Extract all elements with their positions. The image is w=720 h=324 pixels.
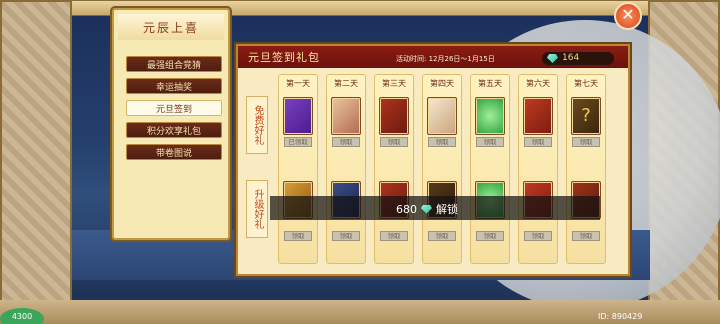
day-label: 第四天 [430,79,454,88]
gem-icon [421,204,432,214]
reward-item-free[interactable] [379,97,409,135]
day-label: 第一天 [286,79,310,88]
claim-button[interactable]: 领取 [380,231,408,241]
day-label: 第三天 [382,79,406,88]
green-bubble[interactable]: 4300 [0,308,44,324]
unlock-button[interactable]: 680 解锁 [396,201,458,217]
claim-button[interactable]: 领取 [428,231,456,241]
day-column: 第五天 领取 领取 [470,74,510,264]
signin-panel: 元旦签到礼包 活动时间: 12月26日～1月15日 164 免费好礼 升级好礼 … [236,44,630,276]
claim-button[interactable]: 领取 [524,231,552,241]
event-menu: 元辰上喜 最强组合竞猜 幸运抽奖 元旦签到 积分欢享礼包 带卷图说 [112,8,230,240]
free-row-label: 免费好礼 [246,96,268,154]
claim-button[interactable]: 领取 [380,137,408,147]
menu-item-guess[interactable]: 最强组合竞猜 [126,56,222,72]
claim-button[interactable]: 领取 [332,137,360,147]
top-frame [0,0,720,16]
claim-button[interactable]: 领取 [476,231,504,241]
reward-item-free[interactable] [331,97,361,135]
day-label: 第五天 [478,79,502,88]
claim-button[interactable]: 领取 [476,137,504,147]
claim-button[interactable]: 领取 [524,137,552,147]
left-pillar [0,0,72,324]
menu-item-illustration[interactable]: 带卷图说 [126,144,222,160]
day-column: 第六天 领取 领取 [518,74,558,264]
player-id: ID: 890429 [598,312,643,321]
reward-item-free[interactable] [523,97,553,135]
day-label: 第二天 [334,79,358,88]
gem-counter: 164 [542,52,614,65]
gem-icon [547,54,558,63]
day-label: 第六天 [526,79,550,88]
close-icon[interactable]: ✕ [614,2,642,30]
panel-title: 元旦签到礼包 [248,51,320,64]
day-column: 第二天 领取 领取 [326,74,366,264]
claim-button[interactable]: 领取 [572,137,600,147]
reward-item-free[interactable] [475,97,505,135]
day-column: 第一天 已领取 领取 [278,74,318,264]
reward-item-free[interactable] [427,97,457,135]
day-column: 第七天 ? 领取 领取 [566,74,606,264]
menu-item-points-pack[interactable]: 积分欢享礼包 [126,122,222,138]
claim-button[interactable]: 领取 [332,231,360,241]
menu-item-lottery[interactable]: 幸运抽奖 [126,78,222,94]
panel-header: 元旦签到礼包 活动时间: 12月26日～1月15日 164 [238,46,628,68]
reward-item-free[interactable] [283,97,313,135]
claim-button[interactable]: 领取 [284,231,312,241]
upgrade-row-label: 升级好礼 [246,180,268,238]
day-label: 第七天 [574,79,598,88]
day-column: 第四天 领取 领取 [422,74,462,264]
event-time: 活动时间: 12月26日～1月15日 [396,55,495,63]
menu-item-signin[interactable]: 元旦签到 [126,100,222,116]
day-column: 第三天 领取 领取 [374,74,414,264]
claim-button[interactable]: 领取 [428,137,456,147]
mystery-item-icon[interactable]: ? [571,97,601,135]
gem-count: 164 [562,53,580,63]
claimed-label: 已领取 [284,137,312,147]
unlock-cost: 680 [396,202,417,216]
unlock-label: 解锁 [436,203,458,216]
claim-button[interactable]: 领取 [572,231,600,241]
menu-title: 元辰上喜 [118,14,224,40]
